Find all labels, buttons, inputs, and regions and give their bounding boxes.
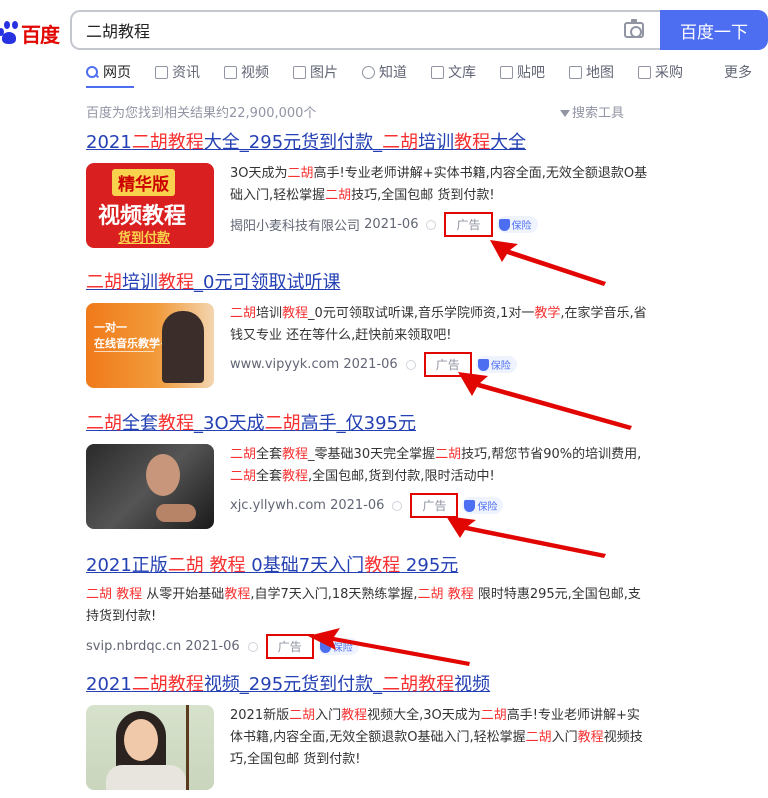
- news-icon: [155, 65, 168, 79]
- doc-icon: [431, 65, 444, 79]
- search-tools-button[interactable]: 搜索工具: [560, 102, 624, 121]
- result-date: 2021-06: [343, 357, 398, 372]
- insurance-badge[interactable]: 保险: [462, 497, 504, 514]
- result-title[interactable]: 2021正版二胡 教程 0基础7天入门教程 295元: [86, 555, 666, 577]
- result-snippet: 二胡 教程 从零开始基础教程,自学7天入门,18天熟练掌握,二胡 教程 限时特惠…: [86, 587, 641, 624]
- tab-news[interactable]: 资讯: [155, 62, 200, 82]
- tab-web[interactable]: 网页: [86, 62, 131, 82]
- search-input[interactable]: [72, 12, 612, 48]
- search-result: 2021二胡教程视频_295元货到付款_二胡教程视频 2021新版二胡入门教程视…: [86, 674, 666, 790]
- tab-wenku[interactable]: 文库: [431, 62, 476, 82]
- logo-text: 百度: [21, 22, 60, 47]
- result-thumbnail[interactable]: [86, 444, 214, 529]
- info-icon[interactable]: [247, 641, 258, 652]
- info-icon[interactable]: [392, 500, 403, 511]
- result-thumbnail[interactable]: 一对一 在线音乐教学+陪练: [86, 303, 214, 388]
- result-date: 2021-06: [330, 498, 385, 513]
- result-source: xjc.yllywh.com: [230, 498, 326, 513]
- paw-icon: [0, 20, 20, 46]
- result-snippet: 3O天成为二胡高手!专业老师讲解+实体书籍,内容全面,无效全额退款O基础入门,轻…: [230, 166, 648, 203]
- tab-zhidao[interactable]: 知道: [362, 62, 407, 82]
- image-icon: [293, 65, 306, 79]
- more-tabs-link[interactable]: 更多: [724, 62, 752, 82]
- result-thumbnail[interactable]: 精华版 视频教程 货到付款: [86, 163, 214, 248]
- tab-purchase[interactable]: 采购: [638, 62, 683, 82]
- question-icon: [362, 65, 375, 79]
- video-icon: [224, 65, 237, 79]
- result-date: 2021-06: [185, 639, 240, 654]
- search-button[interactable]: 百度一下: [660, 10, 768, 50]
- search-icon: [86, 65, 99, 79]
- result-meta: 揭阳小麦科技有限公司 2021-06 广告 保险: [230, 212, 650, 237]
- result-title[interactable]: 2021二胡教程大全_295元货到付款_二胡培训教程大全: [86, 132, 666, 154]
- camera-icon[interactable]: [624, 19, 644, 38]
- result-source: 揭阳小麦科技有限公司: [230, 219, 361, 234]
- result-title[interactable]: 2021二胡教程视频_295元货到付款_二胡教程视频: [86, 674, 666, 696]
- tab-map[interactable]: 地图: [569, 62, 614, 82]
- active-tab-indicator: [86, 86, 134, 88]
- annotation-arrow: [308, 628, 470, 666]
- result-snippet: 2021新版二胡入门教程视频大全,3O天成为二胡高手!专业老师讲解+实体书籍,内…: [230, 708, 643, 767]
- tab-tieba[interactable]: 贴吧: [500, 62, 545, 82]
- shield-icon: [464, 499, 476, 512]
- cart-icon: [638, 65, 651, 79]
- insurance-badge[interactable]: 保险: [496, 216, 538, 233]
- baidu-logo[interactable]: 百度: [0, 18, 60, 48]
- result-snippet: 二胡全套教程_零基础30天完全掌握二胡技巧,帮您节省90%的培训费用,二胡全套教…: [230, 447, 642, 484]
- shield-icon: [477, 358, 489, 371]
- result-source: www.vipyyk.com: [230, 357, 340, 372]
- search-result: 二胡全套教程_3O天成二胡高手_仅395元 二胡全套教程_零基础30天完全掌握二…: [86, 413, 666, 529]
- result-date: 2021-06: [364, 217, 419, 232]
- annotation-arrow: [446, 516, 606, 558]
- result-source: svip.nbrdqc.cn: [86, 639, 182, 654]
- info-icon[interactable]: [405, 359, 416, 370]
- result-snippet: 二胡培训教程_0元可领取试听课,音乐学院师资,1对一教学,在家学音乐,省钱又专业…: [230, 306, 647, 343]
- filter-icon: [560, 110, 570, 117]
- annotation-arrow: [458, 372, 632, 430]
- shield-icon: [498, 218, 510, 231]
- result-count: 百度为您找到相关结果约22,900,000个: [86, 106, 317, 121]
- ad-label[interactable]: 广告: [444, 212, 493, 237]
- info-icon[interactable]: [426, 219, 437, 230]
- tab-video[interactable]: 视频: [224, 62, 269, 82]
- search-box: [70, 10, 660, 50]
- tab-bar: 网页 资讯 视频 图片 知道 文库 贴吧 地图 采购: [86, 62, 707, 82]
- annotation-arrow: [490, 240, 606, 286]
- map-icon: [569, 65, 582, 79]
- forum-icon: [500, 65, 513, 79]
- result-thumbnail[interactable]: [86, 705, 214, 790]
- tab-image[interactable]: 图片: [293, 62, 338, 82]
- search-result: 2021二胡教程大全_295元货到付款_二胡培训教程大全 精华版 视频教程 货到…: [86, 132, 666, 248]
